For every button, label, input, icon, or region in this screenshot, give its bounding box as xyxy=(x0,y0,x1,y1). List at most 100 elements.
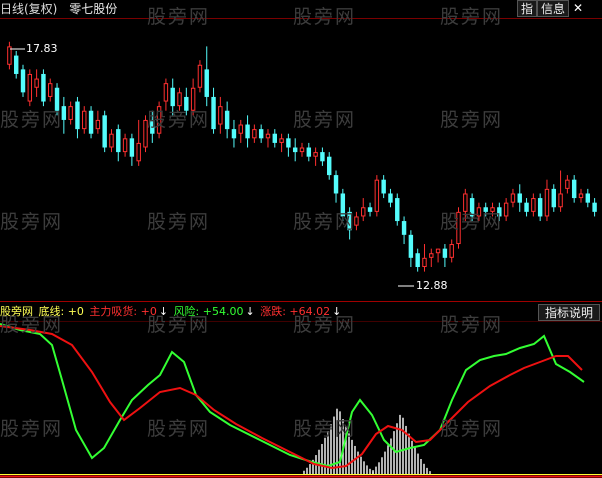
info-button[interactable]: 信息 xyxy=(537,0,569,17)
candle-body xyxy=(286,138,291,148)
candle-body xyxy=(456,211,461,245)
candle-body xyxy=(13,55,19,74)
period-label: 日线(复权) xyxy=(0,2,58,16)
candle-body xyxy=(224,110,230,130)
candle-body xyxy=(184,96,189,111)
candle-body xyxy=(61,106,67,120)
candle-body xyxy=(578,193,584,199)
candle-body xyxy=(415,253,420,268)
candle-body xyxy=(449,244,454,258)
candle-body xyxy=(245,124,250,139)
candle-body xyxy=(558,193,563,208)
candle-body xyxy=(279,138,284,143)
indicator-help-button[interactable]: 指标说明 xyxy=(538,304,600,321)
candle-body xyxy=(408,234,414,258)
candle-body xyxy=(537,198,543,217)
down-arrow-icon: ↓ xyxy=(332,305,342,318)
candle-body xyxy=(476,207,482,217)
candle-body xyxy=(435,248,441,254)
candle-body xyxy=(204,69,209,97)
risk-label: 风险: +54.00 xyxy=(173,305,244,318)
candle-body xyxy=(41,73,46,102)
candle-body xyxy=(592,202,597,212)
chart-canvas[interactable] xyxy=(0,0,602,478)
candle-body xyxy=(129,138,135,157)
candle-body xyxy=(524,202,529,212)
candle-body xyxy=(68,106,73,120)
candle-body xyxy=(565,179,570,189)
candle-body xyxy=(109,133,114,148)
candle-body xyxy=(374,179,380,212)
candle-body xyxy=(177,92,182,107)
candle-body xyxy=(258,129,264,139)
down-arrow-icon: ↓ xyxy=(158,305,169,318)
candle-body xyxy=(551,188,556,208)
candle-body xyxy=(211,96,216,130)
candle-body xyxy=(333,175,339,194)
risk-line xyxy=(0,323,585,468)
candle-body xyxy=(170,87,175,107)
candle-body xyxy=(82,110,87,130)
candle-body xyxy=(320,152,325,162)
candle-body xyxy=(299,147,305,153)
candle-body xyxy=(429,253,434,258)
chart-header: 日线(复权) 零七股份 xyxy=(0,0,117,18)
candle-body xyxy=(252,129,257,139)
down-arrow-icon: ↓ xyxy=(245,305,255,318)
candle-body xyxy=(88,110,94,134)
candle-body xyxy=(544,188,550,217)
candle-body xyxy=(156,106,162,134)
candle-body xyxy=(361,207,366,217)
indicator-legend: 股旁网 底线: +0 主力吸货: +0 ↓ 风险: +54.00 ↓ 涨跌: +64… xyxy=(0,304,343,320)
high-price-label: 17.83 xyxy=(26,42,58,55)
candle-body xyxy=(143,119,148,148)
candle-body xyxy=(571,179,577,199)
close-icon[interactable]: ✕ xyxy=(570,0,586,17)
candle-body xyxy=(510,193,516,203)
candle-body xyxy=(231,129,237,139)
candle-body xyxy=(122,138,128,153)
candle-body xyxy=(585,193,591,203)
candle-body xyxy=(150,119,155,134)
candle-body xyxy=(388,193,393,203)
candle-body xyxy=(422,257,427,268)
index-button[interactable]: 指 xyxy=(517,0,537,17)
candle-body xyxy=(20,69,26,93)
candle-body xyxy=(327,156,332,176)
candle-body xyxy=(102,115,107,148)
candle-body xyxy=(442,248,448,258)
candle-body xyxy=(136,142,141,162)
candle-body xyxy=(401,221,407,235)
stock-name: 零七股份 xyxy=(69,2,118,16)
low-price-label: 12.88 xyxy=(416,279,448,292)
candle-body xyxy=(531,198,536,212)
candle-body xyxy=(490,207,495,212)
candle-body xyxy=(354,216,359,226)
candle-body xyxy=(469,198,475,217)
candle-body xyxy=(306,147,312,157)
candle-body xyxy=(497,207,502,217)
main-absorb-line xyxy=(0,325,583,470)
candle-body xyxy=(34,78,39,88)
candle-body xyxy=(265,133,271,139)
candle-body xyxy=(272,133,277,143)
candle-body xyxy=(116,129,121,153)
candle-body xyxy=(381,179,386,194)
candle-body xyxy=(54,87,60,111)
candle-body xyxy=(190,87,196,111)
candle-body xyxy=(95,119,101,130)
chart-window: 日线(复权) 零七股份 指 信息 ✕ 17.83 12.88 股旁网 底线: +… xyxy=(0,0,602,478)
candle-body xyxy=(340,193,346,217)
indicator-name: 股旁网 xyxy=(0,305,33,318)
candle-body xyxy=(75,101,80,130)
candle-body xyxy=(218,106,223,125)
candle-body xyxy=(238,124,243,134)
candle-body xyxy=(483,207,488,212)
candle-body xyxy=(517,193,522,203)
change-label: 涨跌: +64.02 xyxy=(260,305,331,318)
candle-body xyxy=(48,83,53,97)
candle-body xyxy=(313,152,318,157)
candle-body xyxy=(197,64,203,88)
candle-body xyxy=(292,147,298,153)
candle-body xyxy=(367,207,373,212)
